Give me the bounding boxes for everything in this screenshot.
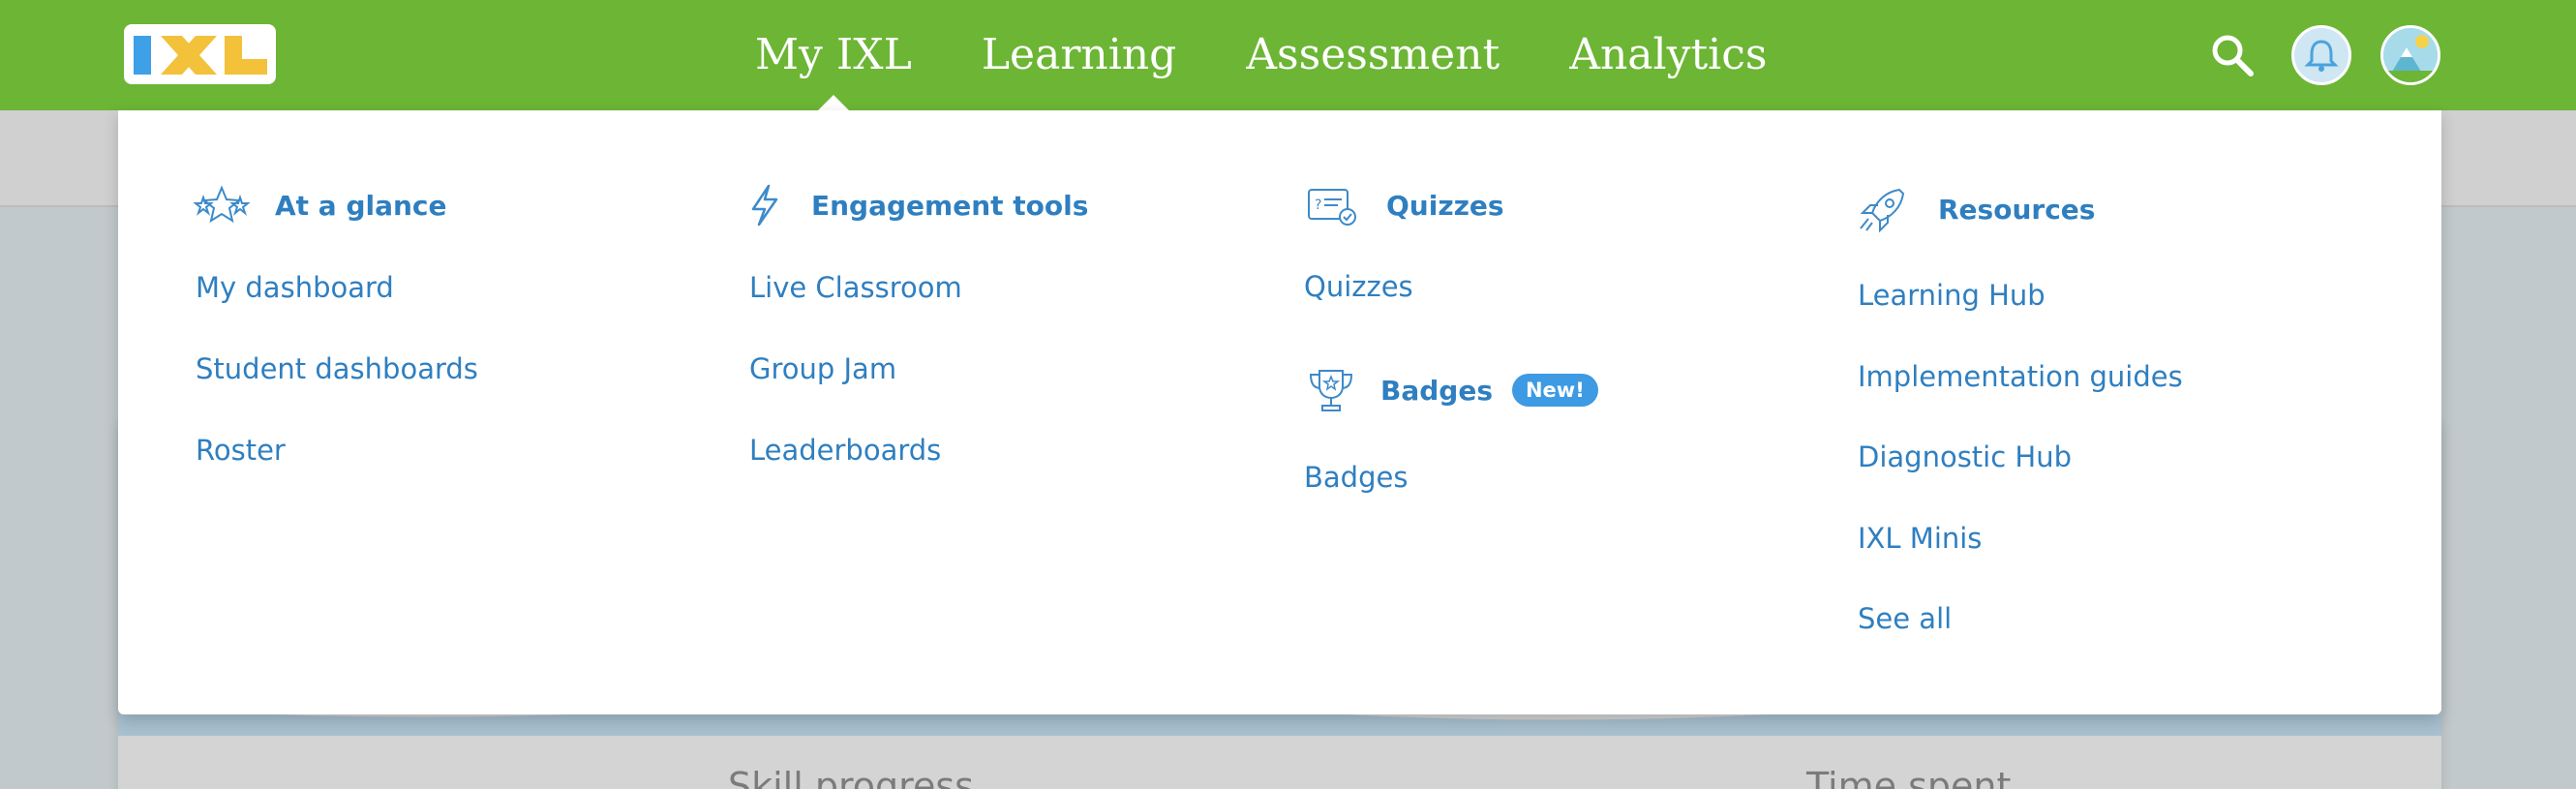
- section-title: Quizzes: [1386, 189, 1504, 222]
- section-title: Engagement tools: [811, 189, 1089, 222]
- main-nav: My IXL Learning Assessment Analytics: [755, 0, 1836, 110]
- link-live-classroom[interactable]: Live Classroom: [749, 271, 962, 304]
- link-my-dashboard[interactable]: My dashboard: [196, 271, 394, 304]
- link-quizzes[interactable]: Quizzes: [1304, 270, 1413, 303]
- link-group-jam[interactable]: Group Jam: [749, 352, 896, 385]
- quiz-icon: ?: [1305, 182, 1357, 228]
- link-ixl-minis[interactable]: IXL Minis: [1858, 522, 1982, 555]
- quizzes-heading: ? Quizzes: [1305, 182, 1504, 228]
- link-leaderboards[interactable]: Leaderboards: [749, 434, 941, 467]
- trophy-icon: [1305, 367, 1357, 413]
- nav-analytics[interactable]: Analytics: [1569, 0, 1767, 110]
- section-title: At a glance: [275, 189, 447, 222]
- top-navigation-bar: My IXL Learning Assessment Analytics: [0, 0, 2576, 110]
- ixl-logo[interactable]: [124, 24, 276, 84]
- link-badges[interactable]: Badges: [1304, 461, 1408, 494]
- search-icon[interactable]: [2202, 25, 2262, 85]
- stars-icon: [194, 182, 250, 228]
- resources-heading: Resources: [1857, 186, 2095, 232]
- time-spent-label: Time spent: [1806, 765, 2012, 789]
- skill-progress-label: Skill progress: [728, 765, 974, 789]
- new-badge: New!: [1511, 374, 1598, 407]
- nav-my-ixl[interactable]: My IXL: [755, 0, 912, 110]
- section-title: Badges: [1380, 374, 1493, 407]
- rocket-icon: [1857, 186, 1907, 232]
- notifications-bell-icon[interactable]: [2291, 25, 2351, 85]
- at-a-glance-heading: At a glance: [194, 182, 447, 228]
- badges-heading: Badges New!: [1305, 367, 1598, 413]
- link-learning-hub[interactable]: Learning Hub: [1858, 279, 2046, 312]
- nav-assessment[interactable]: Assessment: [1246, 0, 1500, 110]
- engagement-tools-heading: Engagement tools: [747, 182, 1088, 228]
- svg-text:?: ?: [1315, 197, 1321, 213]
- user-avatar-icon[interactable]: [2380, 25, 2440, 85]
- nav-learning[interactable]: Learning: [982, 0, 1176, 110]
- section-title: Resources: [1938, 193, 2096, 226]
- link-implementation-guides[interactable]: Implementation guides: [1858, 360, 2183, 393]
- lightning-icon: [747, 182, 782, 228]
- link-see-all[interactable]: See all: [1858, 602, 1952, 635]
- my-ixl-dropdown-menu: At a glance My dashboard Student dashboa…: [118, 110, 2441, 714]
- link-student-dashboards[interactable]: Student dashboards: [196, 352, 478, 385]
- link-diagnostic-hub[interactable]: Diagnostic Hub: [1858, 440, 2072, 473]
- link-roster[interactable]: Roster: [196, 434, 286, 467]
- header-actions: [2202, 0, 2440, 110]
